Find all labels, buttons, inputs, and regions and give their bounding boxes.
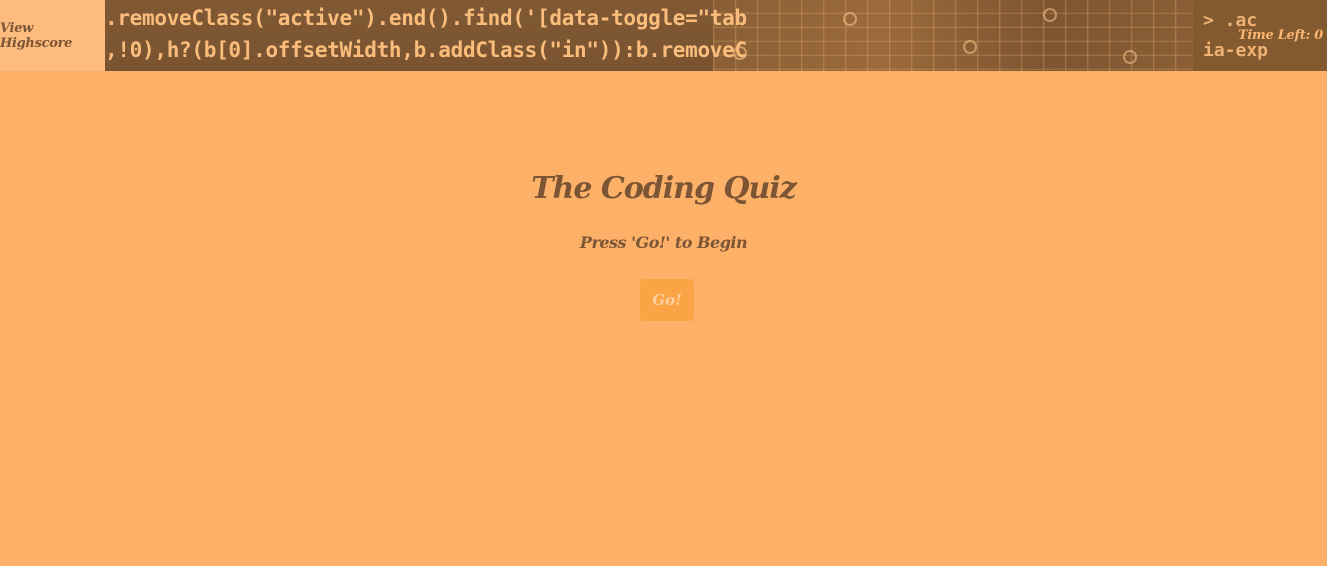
circuit-pad-icon (963, 40, 977, 54)
quiz-title: The Coding Quiz (531, 171, 797, 206)
header-bar: .removeClass("active").end().find('[data… (0, 0, 1327, 71)
quiz-start-screen: The Coding Quiz Press 'Go!' to Begin Go! (0, 71, 1327, 566)
circuit-pad-icon (1123, 50, 1137, 64)
header-banner-image: .removeClass("active").end().find('[data… (105, 0, 1327, 71)
circuit-pad-icon (843, 12, 857, 26)
time-left-display: Time Left: 0 (1238, 28, 1323, 43)
banner-code-line: .removeClass("active").end().find('[data… (105, 6, 747, 30)
banner-code-line: ,!0),h?(b[0].offsetWidth,b.addClass("in"… (105, 38, 747, 62)
view-highscore-link[interactable]: View Highscore (0, 0, 105, 71)
circuit-image-section (713, 0, 1193, 71)
quiz-instructions: Press 'Go!' to Begin (579, 233, 748, 252)
circuit-pad-icon (1043, 8, 1057, 22)
go-button[interactable]: Go! (640, 279, 694, 321)
